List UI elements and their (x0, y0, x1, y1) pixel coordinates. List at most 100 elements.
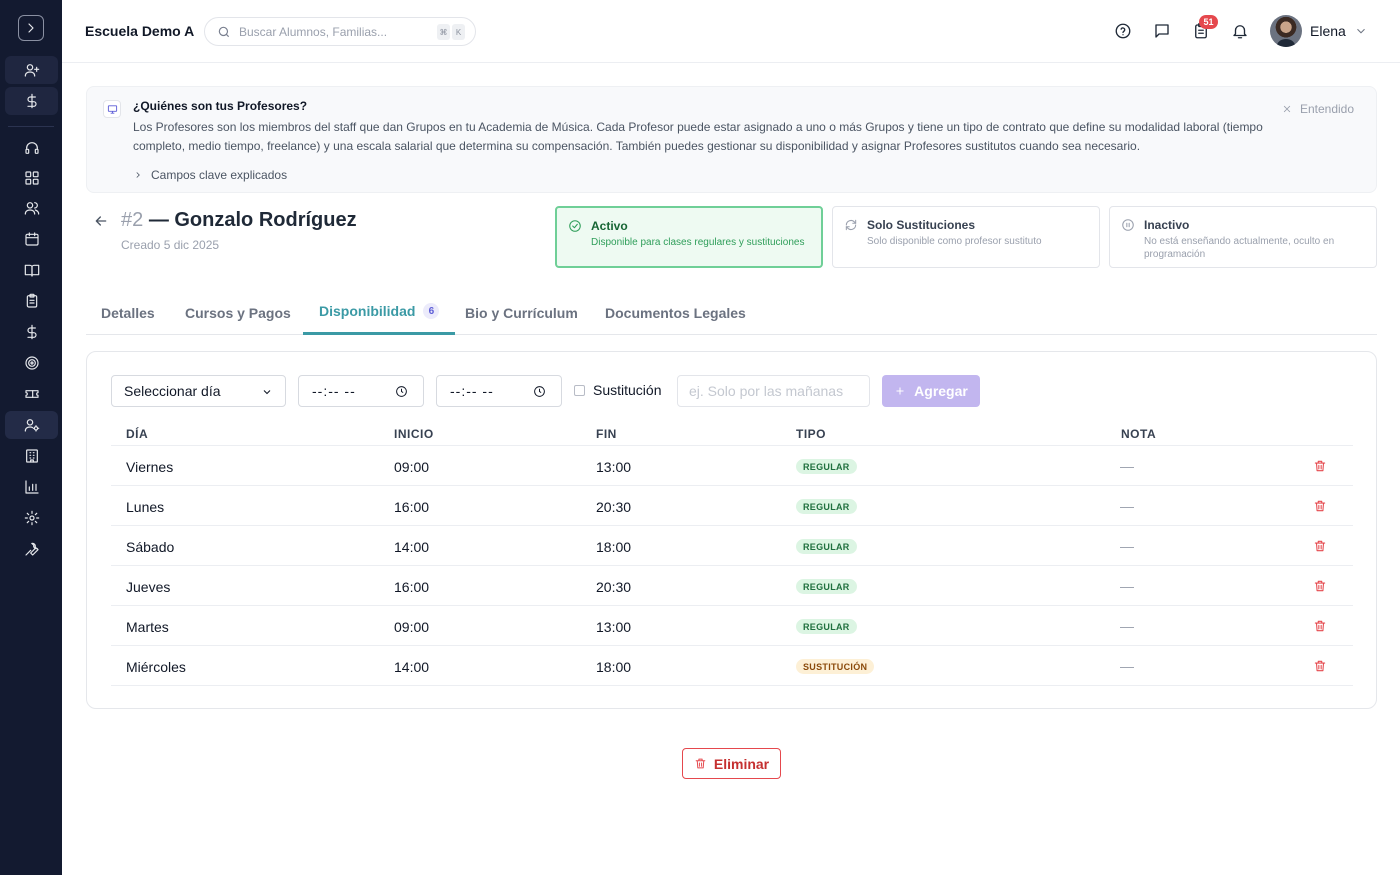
user-name[interactable]: Elena (1310, 23, 1346, 39)
note-input[interactable] (677, 375, 870, 407)
status-option-active[interactable]: Activo Disponible para clases regulares … (555, 206, 823, 268)
messages-button[interactable] (1152, 21, 1172, 41)
tab-courses-payments[interactable]: Cursos y Pagos (185, 290, 291, 335)
delete-row-button[interactable] (1313, 579, 1327, 593)
tab-label: Bio y Currículum (465, 304, 578, 321)
row-end: 20:30 (596, 499, 632, 515)
tab-bio-resume[interactable]: Bio y Currículum (465, 290, 578, 335)
row-note: — (1120, 618, 1134, 634)
sidebar-divider (8, 126, 54, 127)
headset-icon (24, 142, 39, 154)
delete-row-button[interactable] (1313, 659, 1327, 673)
tab-details[interactable]: Detalles (101, 290, 155, 335)
row-start: 09:00 (394, 619, 430, 635)
help-circle-icon (1115, 23, 1131, 39)
row-note: — (1120, 578, 1134, 594)
substitution-label[interactable]: Sustitución (593, 382, 661, 398)
dismiss-banner-button[interactable]: Entendido (1282, 102, 1354, 116)
row-end: 13:00 (596, 459, 632, 475)
substitution-checkbox[interactable] (574, 385, 585, 396)
row-day: Jueves (126, 579, 171, 595)
bell-icon (1233, 25, 1247, 39)
status-option-inactive[interactable]: Inactivo No está enseñando actualmente, … (1109, 206, 1377, 268)
row-note: — (1120, 658, 1134, 674)
row-note: — (1120, 538, 1134, 554)
chat-icon (1155, 24, 1169, 38)
sidebar-item-tasks[interactable] (5, 287, 58, 315)
tab-count-badge: 6 (423, 303, 440, 319)
trash-icon (1314, 540, 1326, 552)
shortcut-key-k: K (452, 24, 465, 40)
delete-teacher-button[interactable]: Eliminar (682, 748, 781, 779)
sidebar-item-courses[interactable] (5, 256, 58, 284)
sidebar-item-tools[interactable] (5, 535, 58, 563)
sidebar-item-add-student[interactable] (5, 56, 58, 84)
user-menu-toggle[interactable] (1354, 24, 1368, 38)
arrow-left-icon (95, 216, 107, 226)
ticket-icon (24, 390, 39, 398)
trash-icon (695, 758, 706, 769)
sidebar-item-tickets[interactable] (5, 380, 58, 408)
sidebar-item-teachers[interactable] (5, 411, 58, 439)
tab-bar: Detalles Cursos y Pagos Disponibilidad 6 … (86, 290, 1377, 335)
global-search[interactable]: ⌘ K (204, 17, 476, 46)
trash-icon (1314, 620, 1326, 632)
refresh-icon (845, 219, 857, 231)
sidebar-item-reports[interactable] (5, 473, 58, 501)
sidebar-item-calendar[interactable] (5, 225, 58, 253)
tab-legal-documents[interactable]: Documentos Legales (605, 290, 746, 335)
back-button[interactable] (93, 213, 109, 229)
table-row: Sábado 14:00 18:00 REGULAR — (111, 526, 1353, 566)
type-badge: REGULAR (796, 579, 857, 594)
shortcut-key-cmd: ⌘ (437, 24, 450, 40)
delete-row-button[interactable] (1313, 619, 1327, 633)
sidebar-item-settings[interactable] (5, 504, 58, 532)
row-start: 16:00 (394, 579, 430, 595)
delete-row-button[interactable] (1313, 539, 1327, 553)
day-select[interactable]: Seleccionar día (111, 375, 286, 407)
chevron-down-icon (263, 390, 271, 395)
sidebar-item-support[interactable] (5, 134, 58, 162)
row-end: 13:00 (596, 619, 632, 635)
type-badge: REGULAR (796, 499, 857, 514)
column-header-start: INICIO (394, 427, 434, 441)
dashboard-icon (24, 171, 39, 185)
sidebar-item-locations[interactable] (5, 442, 58, 470)
status-description: No está enseñando actualmente, oculto en… (1144, 236, 1335, 260)
clock-icon (534, 386, 545, 397)
dollar-icon (26, 93, 37, 109)
search-input[interactable] (239, 24, 429, 39)
created-date: Creado 5 dic 2025 (121, 238, 220, 252)
sidebar-item-goals[interactable] (5, 349, 58, 377)
add-availability-button[interactable]: Agregar (882, 375, 980, 407)
wrench-icon (24, 542, 39, 556)
plus-icon (896, 387, 904, 395)
delete-row-button[interactable] (1313, 499, 1327, 513)
end-time-input[interactable]: --:-- -- (436, 375, 562, 407)
row-day: Martes (126, 619, 169, 635)
end-time-value: --:-- -- (450, 383, 494, 399)
delete-row-button[interactable] (1313, 459, 1327, 473)
sidebar-item-finance[interactable] (5, 318, 58, 346)
row-day: Miércoles (126, 659, 186, 675)
tab-availability[interactable]: Disponibilidad 6 (303, 290, 456, 335)
trash-icon (1314, 580, 1326, 592)
notifications-button[interactable] (1230, 21, 1250, 41)
row-day: Lunes (126, 499, 165, 515)
sidebar-expand-button[interactable] (18, 15, 44, 41)
table-row: Jueves 16:00 20:30 REGULAR — (111, 566, 1353, 606)
status-option-substitutions-only[interactable]: Solo Sustituciones Solo disponible como … (832, 206, 1100, 268)
start-time-input[interactable]: --:-- -- (298, 375, 424, 407)
column-header-end: FIN (596, 427, 617, 441)
dollar-icon (26, 324, 37, 340)
sidebar-item-students[interactable] (5, 194, 58, 222)
key-fields-toggle[interactable]: Campos clave explicados (133, 168, 287, 182)
sidebar-item-payments[interactable] (5, 87, 58, 115)
building-icon (25, 449, 38, 463)
teacher-number: #2 (121, 209, 144, 231)
clock-icon (396, 386, 407, 397)
user-avatar[interactable] (1270, 15, 1302, 47)
row-end: 20:30 (596, 579, 632, 595)
help-button[interactable] (1113, 21, 1133, 41)
sidebar-item-dashboard[interactable] (5, 164, 58, 192)
